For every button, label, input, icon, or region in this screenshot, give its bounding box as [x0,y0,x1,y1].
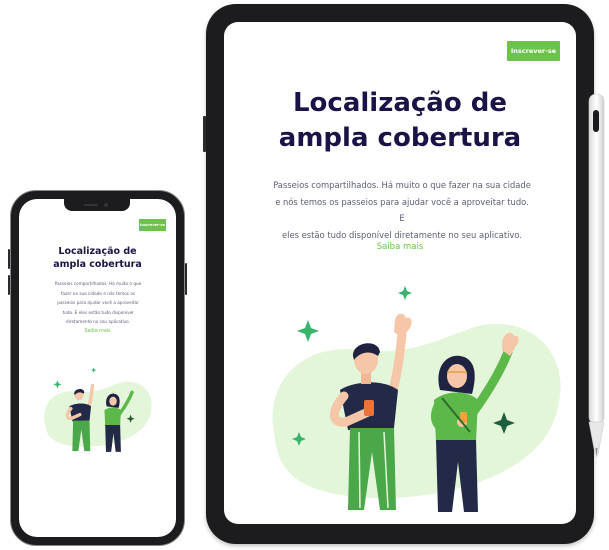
phone-volume-up-button [8,249,10,269]
phone-title-line-1: Localização de [58,246,137,257]
apple-pencil [588,93,605,458]
phone-page-description: Passeios compartilhados. Há muito o que … [43,279,153,327]
phone-description-line-5: diretamente no seu aplicativo. [66,319,130,324]
phone-power-button [185,263,187,295]
phone-description-line-3: passeios para ajudar você a aproveitar [57,300,139,305]
description-line-3: eles estão tudo disponível diretamente n… [281,229,523,240]
sparkle-icon [91,367,97,373]
sparkle-icon [297,320,319,342]
tablet-screen: Inscrever-se Localização de ampla cobert… [224,22,576,524]
phone-signup-button[interactable]: Inscrever-se [139,219,166,231]
hero-illustration [272,286,561,512]
phone-description-line-2: fazer na sua cidade e nós temos os [60,290,136,296]
phone-page-title: Localização de ampla cobertura [19,245,176,271]
tablet-side-button [203,116,206,152]
phone-learn-more-link[interactable]: Saiba mais [19,329,176,334]
background-blob [272,323,561,499]
phone-notch [64,199,130,211]
front-camera [104,203,108,207]
sparkle-icon [53,380,62,389]
description-line-2: e nós temos os passeios para ajudar você… [275,196,529,224]
phone-title-line-2: ampla cobertura [53,259,142,270]
phone-volume-down-button [8,275,10,295]
description-line-1: Passeios compartilhados. Há muito o que … [273,180,531,190]
title-line-2: ampla cobertura [278,123,522,153]
sparkle-icon [398,286,412,300]
phone-description-line-1: Passeios compartilhados. Há muito o que [54,281,142,286]
phone-description-line-4: tudo. E eles estão tudo disponível [62,309,134,315]
phone-screen: Inscrever-se Localização de ampla cobert… [19,199,176,537]
page-title: Localização de ampla cobertura [224,86,576,156]
tablet-device: Inscrever-se Localização de ampla cobert… [203,4,594,544]
background-blob [44,381,152,447]
page-description: Passeios compartilhados. Há muito o que … [272,177,532,243]
title-line-1: Localização de [292,88,507,118]
phone-device: Inscrever-se Localização de ampla cobert… [8,190,187,546]
speaker-grille [84,204,98,206]
signup-button[interactable]: Inscrever-se [507,41,560,61]
phone-hero-illustration [44,367,152,452]
learn-more-link[interactable]: Saiba mais [224,242,576,252]
